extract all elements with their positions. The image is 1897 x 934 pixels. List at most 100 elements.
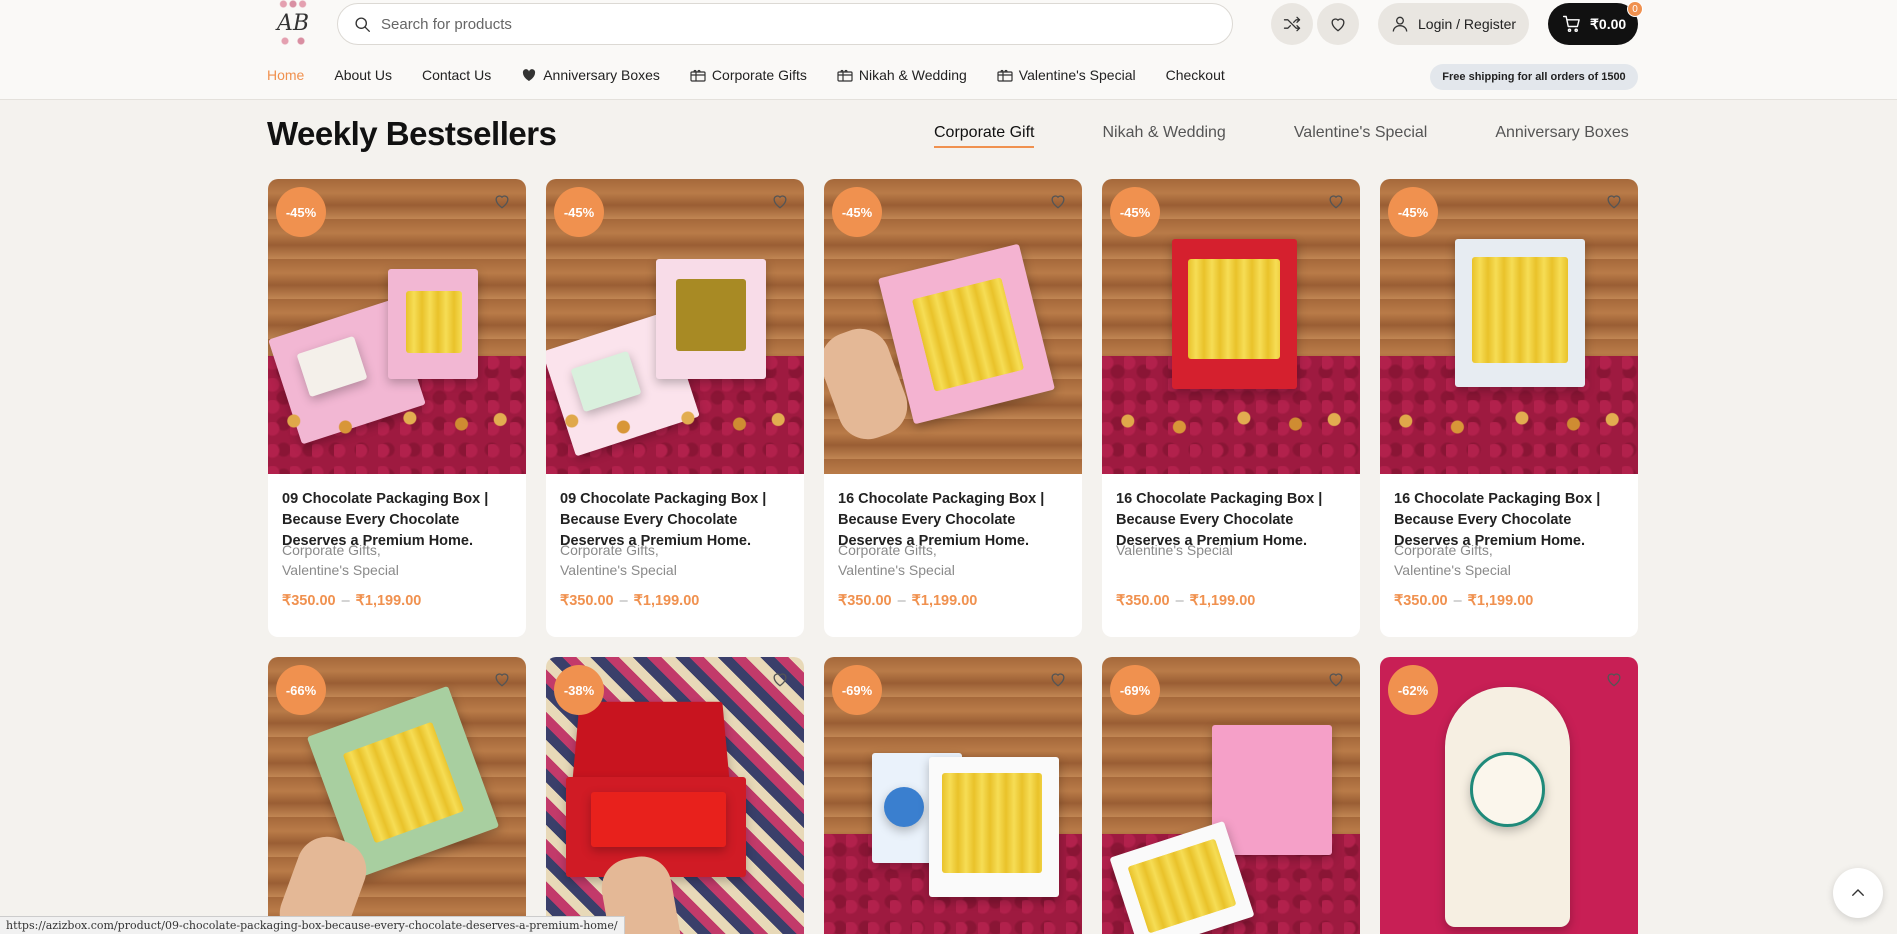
gift-box-icon <box>997 69 1013 82</box>
cart-button[interactable]: ₹0.00 <box>1548 3 1638 45</box>
nav-item-checkout[interactable]: Checkout <box>1166 67 1225 83</box>
category-link[interactable]: Valentine's Special <box>838 560 1068 580</box>
product-card[interactable]: -45% 09 Chocolate Packaging Box | Becaus… <box>546 179 804 637</box>
nav-label: Nikah & Wedding <box>858 67 967 83</box>
chocolates <box>1102 406 1360 436</box>
product-card[interactable]: -66% <box>268 657 526 934</box>
chocolate-tray <box>676 279 746 351</box>
category-link[interactable]: Corporate Gifts, <box>838 540 1068 560</box>
discount-badge: -69% <box>1110 665 1160 715</box>
logo-text: AB <box>276 11 310 36</box>
product-categories: Corporate Gifts, Valentine's Special <box>1394 540 1624 580</box>
cart-count-badge: 0 <box>1627 1 1643 17</box>
price-max: ₹1,199.00 <box>1189 593 1256 609</box>
nav-item-anniversary-boxes[interactable]: Anniversary Boxes <box>521 67 660 83</box>
product-price: ₹350.00– ₹1,199.00 <box>282 593 421 609</box>
free-shipping-badge: Free shipping for all orders of 1500 <box>1430 64 1638 90</box>
nav-item-about-us[interactable]: About Us <box>334 67 392 83</box>
login-label: Login / Register <box>1418 16 1517 32</box>
heart-icon[interactable] <box>492 191 512 211</box>
category-link[interactable]: Corporate Gifts, <box>1394 540 1624 560</box>
product-price: ₹350.00– ₹1,199.00 <box>1394 593 1533 609</box>
category-link[interactable]: Corporate Gifts, <box>282 540 512 560</box>
category-link[interactable]: Valentine's Special <box>560 560 790 580</box>
nav-label: About Us <box>334 67 392 83</box>
heart-icon[interactable] <box>1604 191 1624 211</box>
price-min: ₹350.00 <box>282 593 336 609</box>
compare-button[interactable] <box>1271 3 1313 45</box>
discount-badge: -45% <box>554 187 604 237</box>
product-card[interactable]: -69% <box>1102 657 1360 934</box>
chocolates <box>1380 406 1638 436</box>
category-link[interactable]: Corporate Gifts, <box>560 540 790 560</box>
nav-item-valentines-special[interactable]: Valentine's Special <box>997 67 1136 83</box>
price-dash: – <box>897 593 906 609</box>
logo-flower-decoration-bottom <box>277 37 309 45</box>
product-card[interactable]: -69% <box>824 657 1082 934</box>
search-bar[interactable] <box>337 3 1233 45</box>
search-input[interactable] <box>381 15 1181 33</box>
heart-icon[interactable] <box>1604 669 1624 689</box>
nav-label: Contact Us <box>421 67 492 83</box>
category-link[interactable]: Valentine's Special <box>282 560 512 580</box>
nav-label: Checkout <box>1165 67 1225 83</box>
product-card[interactable]: -45% 16 Chocolate Packaging Box | Becaus… <box>1380 179 1638 637</box>
search-icon <box>355 16 370 32</box>
nav-item-corporate-gifts[interactable]: Corporate Gifts <box>690 67 807 83</box>
tab-anniversary-boxes[interactable]: Anniversary Boxes <box>1495 124 1628 148</box>
login-register-button[interactable]: Login / Register <box>1378 3 1529 45</box>
logo-flower-decoration <box>277 0 309 8</box>
nav-item-home[interactable]: Home <box>267 67 304 83</box>
nav-item-nikah-wedding[interactable]: Nikah & Wedding <box>837 67 967 83</box>
product-price: ₹350.00– ₹1,199.00 <box>838 593 977 609</box>
heart-icon[interactable] <box>492 669 512 689</box>
price-max: ₹1,199.00 <box>1467 593 1534 609</box>
category-link[interactable]: Valentine's Special <box>1394 560 1624 580</box>
product-card[interactable]: -45% 09 Chocolate Packaging Box | Becaus… <box>268 179 526 637</box>
category-link[interactable]: Valentine's Special <box>1116 540 1346 560</box>
heart-icon[interactable] <box>770 191 790 211</box>
price-dash: – <box>1453 593 1462 609</box>
product-categories: Corporate Gifts, Valentine's Special <box>838 540 1068 580</box>
browser-status-bar: https://azizbox.com/product/09-chocolate… <box>0 916 625 934</box>
heart-icon[interactable] <box>1326 669 1346 689</box>
price-max: ₹1,199.00 <box>633 593 700 609</box>
user-icon <box>1392 16 1408 32</box>
discount-badge: -45% <box>1388 187 1438 237</box>
discount-badge: -45% <box>276 187 326 237</box>
heart-icon[interactable] <box>770 669 790 689</box>
product-card[interactable]: -45% 16 Chocolate Packaging Box | Becaus… <box>1102 179 1360 637</box>
heart-icon[interactable] <box>1326 191 1346 211</box>
discount-badge: -45% <box>832 187 882 237</box>
box-emblem <box>1470 752 1545 827</box>
box-print <box>884 787 924 827</box>
nav-label: Home <box>267 67 305 83</box>
product-card[interactable]: -45% 16 Chocolate Packaging Box | Becaus… <box>824 179 1082 637</box>
tab-valentines-special[interactable]: Valentine's Special <box>1294 124 1428 148</box>
tab-corporate-gift[interactable]: Corporate Gift <box>934 124 1035 148</box>
site-logo[interactable]: AB <box>275 0 311 47</box>
discount-badge: -45% <box>1110 187 1160 237</box>
gift-box-icon <box>837 69 853 82</box>
price-max: ₹1,199.00 <box>355 593 422 609</box>
tab-nikah-wedding[interactable]: Nikah & Wedding <box>1102 124 1225 148</box>
discount-badge: -62% <box>1388 665 1438 715</box>
scroll-to-top-button[interactable] <box>1833 868 1883 918</box>
product-categories: Corporate Gifts, Valentine's Special <box>560 540 790 580</box>
heart-icon[interactable] <box>1048 669 1068 689</box>
heart-icon[interactable] <box>1048 191 1068 211</box>
cart-total: ₹0.00 <box>1590 15 1627 32</box>
wishlist-button[interactable] <box>1317 3 1359 45</box>
product-card[interactable]: -38% <box>546 657 804 934</box>
main-nav: Home About Us Contact Us Anniversary Box… <box>267 64 1255 86</box>
heart-box-icon <box>523 69 536 81</box>
product-card[interactable]: -62% <box>1380 657 1638 934</box>
nav-item-contact-us[interactable]: Contact Us <box>422 67 491 83</box>
heart-icon <box>1331 18 1345 32</box>
box-lid <box>571 701 731 787</box>
nav-label: Anniversary Boxes <box>543 67 660 83</box>
section-title: Weekly Bestsellers <box>267 115 557 152</box>
box-interior <box>591 792 726 847</box>
chocolate-tray <box>406 291 462 353</box>
price-dash: – <box>341 593 350 609</box>
